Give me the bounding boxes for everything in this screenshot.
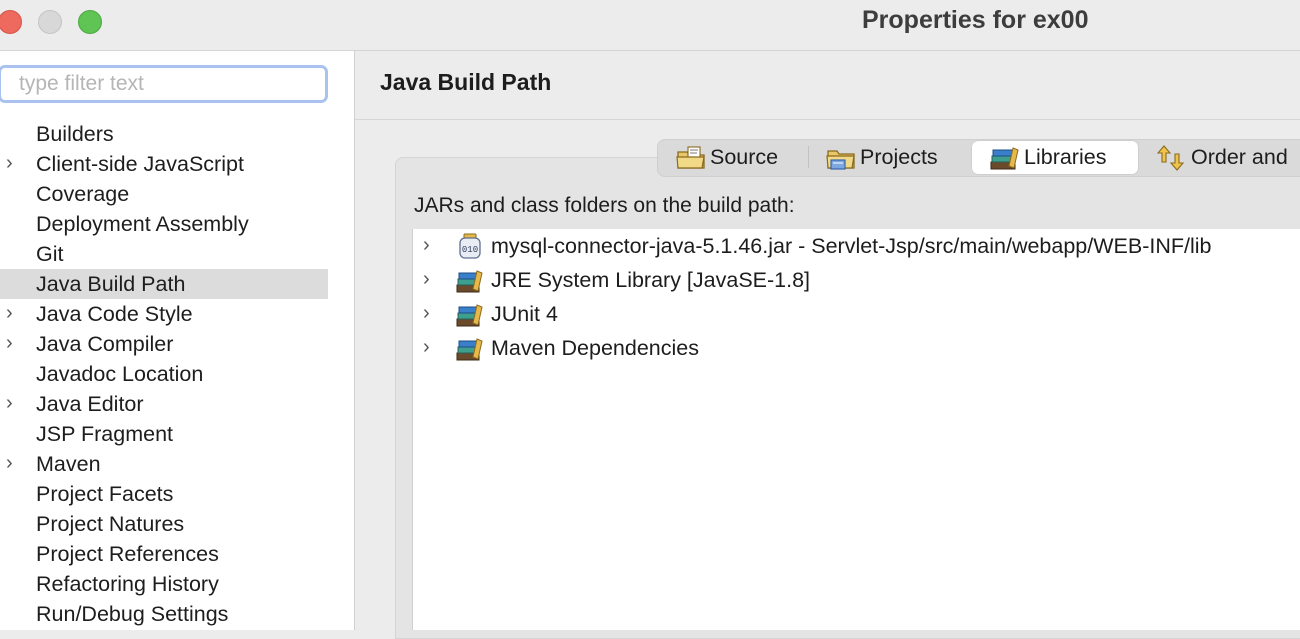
library-icon xyxy=(456,304,483,327)
sidebar-item-java-editor[interactable]: › Java Editor xyxy=(0,389,328,419)
sidebar-item-label: Coverage xyxy=(36,182,130,206)
library-row-mysql-connector[interactable]: › 010 mysql-connector-java-5.1.46.jar - … xyxy=(413,229,1300,263)
sidebar-item-java-compiler[interactable]: › Java Compiler xyxy=(0,329,328,359)
sidebar-item-javadoc-location[interactable]: Javadoc Location xyxy=(0,359,328,389)
library-icon xyxy=(456,338,483,361)
sidebar: Builders › Client-side JavaScript Coverag… xyxy=(0,51,355,630)
library-label: JUnit 4 xyxy=(491,302,558,326)
order-arrows-icon xyxy=(1157,145,1185,171)
sidebar-item-refactoring-history[interactable]: Refactoring History xyxy=(0,569,328,599)
chevron-right-icon[interactable]: › xyxy=(6,299,20,329)
tab-order-and-export[interactable]: Order and xyxy=(1140,141,1300,174)
library-label: JRE System Library [JavaSE-1.8] xyxy=(491,268,811,292)
library-tree: › 010 mysql-connector-java-5.1.46.jar - … xyxy=(412,229,1300,630)
sidebar-item-git[interactable]: Git xyxy=(0,239,328,269)
tab-libraries[interactable]: Libraries xyxy=(972,141,1138,174)
sidebar-item-label: Deployment Assembly xyxy=(36,212,249,236)
jar-file-icon: 010 xyxy=(459,233,481,259)
sidebar-item-jsp-fragment[interactable]: JSP Fragment xyxy=(0,419,328,449)
filter-input[interactable] xyxy=(0,65,328,103)
library-label: mysql-connector-java-5.1.46.jar - Servle… xyxy=(491,234,1212,258)
sidebar-item-project-references[interactable]: Project References xyxy=(0,539,328,569)
library-row-maven-dependencies[interactable]: › Maven Dependencies xyxy=(413,331,1300,365)
sidebar-item-label: Maven xyxy=(36,452,101,476)
chevron-right-icon[interactable]: › xyxy=(6,149,20,179)
sidebar-item-label: Run/Debug Settings xyxy=(36,602,229,626)
sidebar-item-client-side-javascript[interactable]: › Client-side JavaScript xyxy=(0,149,328,179)
chevron-right-icon[interactable]: › xyxy=(423,263,437,297)
source-folder-icon xyxy=(676,146,705,169)
libraries-icon xyxy=(990,147,1019,170)
svg-text:010: 010 xyxy=(462,245,478,255)
library-row-junit[interactable]: › JUnit 4 xyxy=(413,297,1300,331)
sidebar-item-label: Java Compiler xyxy=(36,332,174,356)
property-tree: Builders › Client-side JavaScript Coverag… xyxy=(0,119,328,629)
projects-folder-icon xyxy=(826,150,855,170)
sidebar-item-label: Client-side JavaScript xyxy=(36,152,244,176)
sidebar-item-label: Builders xyxy=(36,122,114,146)
chevron-right-icon[interactable]: › xyxy=(423,331,437,365)
tab-label: Source xyxy=(710,145,779,169)
chevron-right-icon[interactable]: › xyxy=(6,329,20,359)
minimize-window-button[interactable] xyxy=(38,10,62,34)
sidebar-item-deployment-assembly[interactable]: Deployment Assembly xyxy=(0,209,328,239)
library-label: Maven Dependencies xyxy=(491,336,699,360)
title-bar: Properties for ex00 xyxy=(0,0,1300,51)
sidebar-item-label: Java Editor xyxy=(36,392,144,416)
sidebar-item-builders[interactable]: Builders xyxy=(0,119,328,149)
tab-bar: Source Projects Libraries Order and xyxy=(657,139,1300,177)
chevron-right-icon[interactable]: › xyxy=(6,449,20,479)
library-icon xyxy=(456,270,483,293)
chevron-right-icon[interactable]: › xyxy=(423,297,437,331)
sidebar-item-label: Project Natures xyxy=(36,512,185,536)
window-title: Properties for ex00 xyxy=(862,6,1089,34)
maximize-window-button[interactable] xyxy=(78,10,102,34)
sidebar-item-label: Javadoc Location xyxy=(36,362,204,386)
sidebar-item-run-debug-settings[interactable]: Run/Debug Settings xyxy=(0,599,328,629)
sidebar-item-label: Project Facets xyxy=(36,482,174,506)
main-panel: Java Build Path Source Projects Librarie… xyxy=(355,51,1300,639)
sidebar-item-label: Java Code Style xyxy=(36,302,193,326)
sidebar-item-project-natures[interactable]: Project Natures xyxy=(0,509,328,539)
sidebar-item-label: Git xyxy=(36,242,64,266)
sidebar-item-project-facets[interactable]: Project Facets xyxy=(0,479,328,509)
sidebar-item-label: Project References xyxy=(36,542,219,566)
chevron-right-icon[interactable]: › xyxy=(423,229,437,263)
tab-label: Libraries xyxy=(1024,145,1107,169)
chevron-right-icon[interactable]: › xyxy=(6,389,20,419)
sidebar-item-label: JSP Fragment xyxy=(36,422,174,446)
page-title: Java Build Path xyxy=(380,69,552,95)
sidebar-item-maven[interactable]: › Maven xyxy=(0,449,328,479)
close-window-button[interactable] xyxy=(0,10,22,34)
library-row-jre-system[interactable]: › JRE System Library [JavaSE-1.8] xyxy=(413,263,1300,297)
tab-label: Order and xyxy=(1191,145,1288,169)
tab-label: Projects xyxy=(860,145,938,169)
sidebar-item-java-build-path[interactable]: Java Build Path xyxy=(0,269,328,299)
sidebar-item-label: Java Build Path xyxy=(36,272,186,296)
sidebar-item-label: Refactoring History xyxy=(36,572,219,596)
sidebar-item-java-code-style[interactable]: › Java Code Style xyxy=(0,299,328,329)
header-divider xyxy=(355,119,1300,120)
tab-projects[interactable]: Projects xyxy=(808,141,968,174)
sidebar-item-coverage[interactable]: Coverage xyxy=(0,179,328,209)
tab-source[interactable]: Source xyxy=(658,141,808,174)
build-path-label: JARs and class folders on the build path… xyxy=(414,194,795,217)
